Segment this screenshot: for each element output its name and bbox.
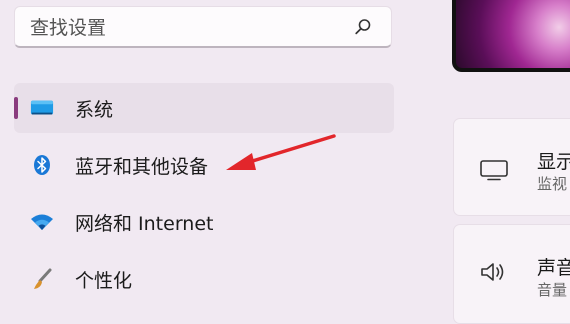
desktop-preview [452,0,570,72]
sidebar-item-label: 个性化 [75,269,133,292]
settings-card-sound[interactable]: 声音 音量 [453,224,570,324]
search-input[interactable]: 查找设置 [30,13,106,40]
display-icon [30,96,54,120]
sidebar-item-network[interactable]: 网络和 Internet [14,197,394,247]
settings-card-display[interactable]: 显示 监视 [453,118,570,216]
sidebar-item-system[interactable]: 系统 [14,83,394,133]
search-icon[interactable] [353,17,373,37]
selection-indicator [14,97,18,119]
sidebar-item-label: 系统 [75,98,114,121]
card-title: 显示 [537,151,570,173]
card-title: 声音 [537,257,570,279]
sidebar-item-label: 网络和 Internet [75,212,214,235]
sidebar-item-label: 蓝牙和其他设备 [75,155,209,178]
card-subtitle: 音量 [537,281,568,299]
card-subtitle: 监视 [537,175,568,193]
sidebar-item-bluetooth[interactable]: 蓝牙和其他设备 [14,140,394,190]
bluetooth-icon [30,153,54,177]
brush-icon [30,267,54,291]
search-box[interactable]: 查找设置 [14,6,392,48]
speaker-icon [478,259,510,285]
monitor-icon [478,157,510,183]
wifi-icon [30,210,54,234]
sidebar-item-personalization[interactable]: 个性化 [14,254,394,304]
